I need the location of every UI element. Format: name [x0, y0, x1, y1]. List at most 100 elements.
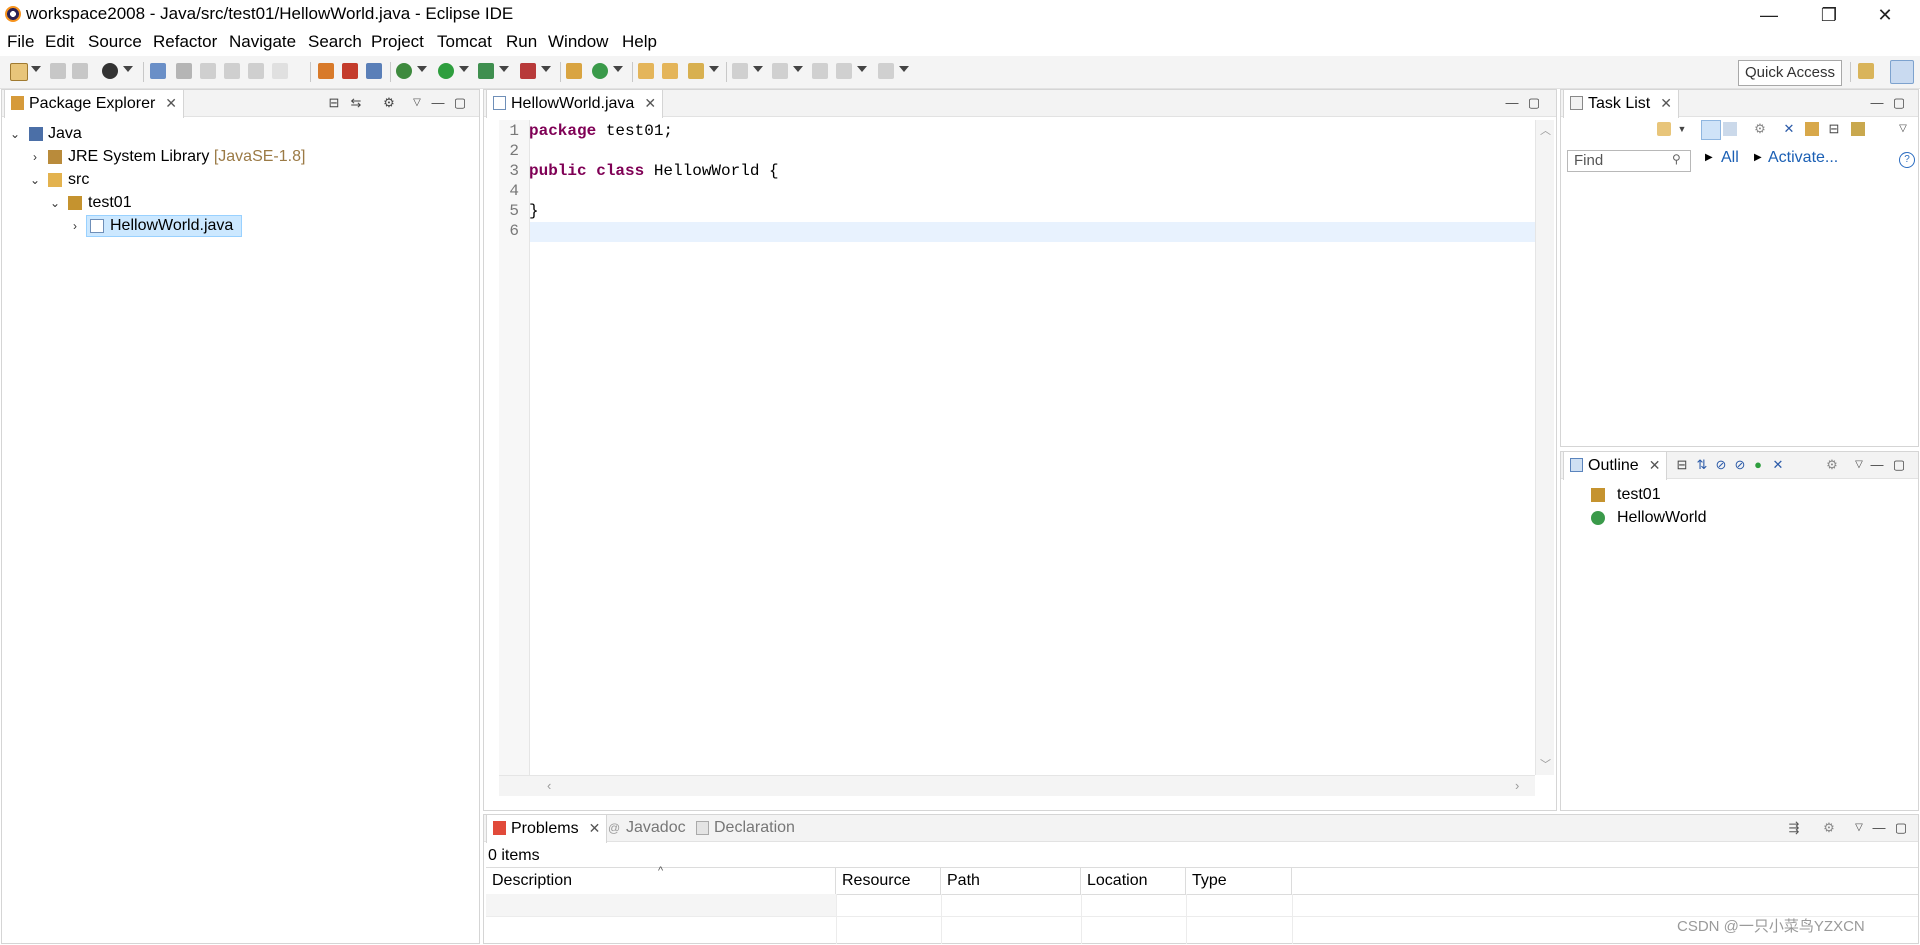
- prev-annotation-icon[interactable]: [224, 63, 240, 79]
- tab-declaration[interactable]: Declaration: [690, 815, 801, 841]
- focus-icon[interactable]: ✕: [1782, 122, 1796, 136]
- chevron-down-icon[interactable]: [541, 66, 551, 72]
- show-whitespace-icon[interactable]: [272, 63, 288, 79]
- skip-breakpoints-icon[interactable]: [150, 63, 166, 79]
- minimize-view-icon[interactable]: —: [1505, 96, 1519, 110]
- minimize-view-icon[interactable]: —: [1870, 458, 1884, 472]
- quick-access-field[interactable]: Quick Access: [1738, 60, 1842, 86]
- collapse-all-icon[interactable]: ⊟: [327, 96, 341, 110]
- maximize-view-icon[interactable]: ▢: [1892, 96, 1906, 110]
- chevron-down-icon[interactable]: [499, 66, 509, 72]
- chevron-down-icon[interactable]: [709, 66, 719, 72]
- column-resource[interactable]: Resource: [836, 868, 941, 894]
- chevron-down-icon[interactable]: [613, 66, 623, 72]
- menu-refactor[interactable]: Refactor: [150, 30, 220, 54]
- chevron-down-icon[interactable]: ▼: [1675, 122, 1689, 136]
- close-button[interactable]: ✕: [1862, 0, 1908, 30]
- all-link[interactable]: All: [1721, 149, 1739, 167]
- menu-source[interactable]: Source: [85, 30, 145, 54]
- chevron-down-icon[interactable]: [123, 66, 133, 72]
- close-icon[interactable]: ✕: [644, 90, 656, 116]
- column-type[interactable]: Type: [1186, 868, 1292, 894]
- debug-icon[interactable]: [396, 63, 412, 79]
- last-location-icon[interactable]: [812, 63, 828, 79]
- chevron-down-icon[interactable]: [857, 66, 867, 72]
- menu-search[interactable]: Search: [305, 30, 365, 54]
- new-task-icon[interactable]: [1657, 122, 1671, 136]
- link-editor-icon[interactable]: ⇆: [349, 96, 363, 110]
- chevron-down-icon[interactable]: [793, 66, 803, 72]
- search-icon[interactable]: [688, 63, 704, 79]
- view-menu-icon[interactable]: ▽: [410, 96, 424, 110]
- chevron-right-icon[interactable]: ›: [68, 215, 82, 237]
- vertical-scrollbar[interactable]: ︿ ﹀: [1535, 120, 1554, 775]
- filter-icon[interactable]: ⚙: [1825, 458, 1839, 472]
- hide-nonpublic-icon[interactable]: ●: [1751, 458, 1765, 472]
- save-all-icon[interactable]: [72, 63, 88, 79]
- chevron-down-icon[interactable]: [417, 66, 427, 72]
- tab-problems[interactable]: Problems ✕: [486, 814, 608, 843]
- close-icon[interactable]: ✕: [165, 90, 177, 116]
- view-settings-icon[interactable]: ⚙: [1822, 821, 1836, 835]
- chevron-down-icon[interactable]: ﹀: [1540, 756, 1551, 772]
- column-location[interactable]: Location: [1081, 868, 1186, 894]
- tab-hellowworld-java[interactable]: HellowWorld.java ✕: [486, 89, 664, 118]
- hide-completed-icon[interactable]: ⚙: [1753, 122, 1767, 136]
- sort-icon[interactable]: ⇅: [1695, 458, 1709, 472]
- chevron-right-icon[interactable]: ›: [28, 146, 42, 168]
- open-perspective-icon[interactable]: [1858, 63, 1874, 79]
- run-icon[interactable]: [438, 63, 454, 79]
- open-task-icon[interactable]: [662, 63, 678, 79]
- tomcat-stop-icon[interactable]: [342, 63, 358, 79]
- minimize-button[interactable]: —: [1746, 0, 1792, 30]
- next-annotation-icon[interactable]: [200, 63, 216, 79]
- chevron-down-icon[interactable]: [31, 66, 41, 72]
- menu-tomcat[interactable]: Tomcat: [434, 30, 495, 54]
- view-menu-icon[interactable]: ▽: [1852, 458, 1866, 472]
- menu-edit[interactable]: Edit: [42, 30, 77, 54]
- chevron-down-icon[interactable]: [899, 66, 909, 72]
- last-edit-icon[interactable]: [248, 63, 264, 79]
- close-icon[interactable]: ✕: [589, 815, 601, 841]
- filter-icon[interactable]: ⚙: [382, 96, 396, 110]
- collapse-icon[interactable]: [1805, 122, 1819, 136]
- java-perspective-icon[interactable]: [1890, 60, 1914, 84]
- hide-local-types-icon[interactable]: ✕: [1771, 458, 1785, 472]
- chevron-down-icon[interactable]: [459, 66, 469, 72]
- menu-project[interactable]: Project: [368, 30, 427, 54]
- hide-fields-icon[interactable]: ⊘: [1714, 458, 1728, 472]
- new-java-package-icon[interactable]: [566, 63, 582, 79]
- minimize-view-icon[interactable]: —: [1870, 96, 1884, 110]
- menu-navigate[interactable]: Navigate: [226, 30, 299, 54]
- tab-package-explorer[interactable]: Package Explorer ✕: [4, 89, 185, 118]
- activate-link[interactable]: Activate...: [1768, 149, 1838, 167]
- chevron-down-icon[interactable]: ⌄: [8, 123, 22, 145]
- save-icon[interactable]: [50, 63, 66, 79]
- maximize-view-icon[interactable]: ▢: [1892, 458, 1906, 472]
- minimize-view-icon[interactable]: —: [1872, 821, 1886, 835]
- back-icon[interactable]: [836, 63, 852, 79]
- menu-file[interactable]: File: [4, 30, 37, 54]
- close-icon[interactable]: ✕: [1660, 90, 1672, 116]
- filter-icon[interactable]: ⇶: [1787, 821, 1801, 835]
- tab-task-list[interactable]: Task List ✕: [1563, 89, 1679, 118]
- next-edit-icon[interactable]: [732, 63, 748, 79]
- maximize-view-icon[interactable]: ▢: [1527, 96, 1541, 110]
- menu-window[interactable]: Window: [545, 30, 611, 54]
- prev-edit-icon[interactable]: [772, 63, 788, 79]
- minimize-view-icon[interactable]: —: [431, 96, 445, 110]
- maximize-view-icon[interactable]: ▢: [453, 96, 467, 110]
- menu-help[interactable]: Help: [619, 30, 660, 54]
- help-icon[interactable]: ?: [1899, 152, 1915, 168]
- tomcat-restart-icon[interactable]: [366, 63, 382, 79]
- chevron-up-icon[interactable]: ︿: [1540, 122, 1551, 138]
- coverage-icon[interactable]: [478, 63, 494, 79]
- maximize-view-icon[interactable]: ▢: [1894, 821, 1908, 835]
- forward-icon[interactable]: [878, 63, 894, 79]
- chevron-left-icon[interactable]: ‹: [547, 778, 551, 793]
- tab-outline[interactable]: Outline ✕: [1563, 451, 1668, 480]
- close-icon[interactable]: ✕: [1649, 452, 1661, 478]
- categorized-icon[interactable]: [1701, 120, 1721, 140]
- scheduled-icon[interactable]: [1723, 122, 1737, 136]
- external-tools-icon[interactable]: [520, 63, 536, 79]
